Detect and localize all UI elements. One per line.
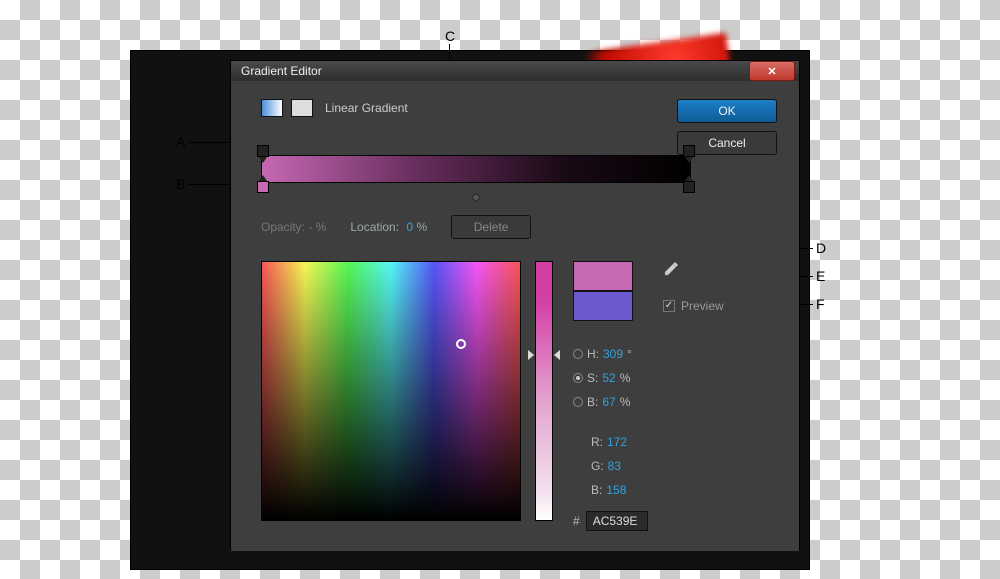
radio-h[interactable] — [573, 349, 583, 359]
gradient-type-label: Linear Gradient — [325, 101, 408, 115]
annotation-E: E — [816, 268, 825, 284]
opacity-value: - % — [308, 220, 326, 234]
titlebar: Gradient Editor ✕ — [231, 61, 799, 81]
s-value[interactable]: 52 — [602, 371, 615, 385]
color-stop-right[interactable] — [683, 181, 695, 193]
gradient-ramp[interactable] — [261, 145, 691, 193]
opacity-stop-right[interactable] — [683, 145, 695, 157]
preview-checkbox[interactable]: ✓ — [663, 300, 675, 312]
annotation-F: F — [816, 296, 825, 312]
b-value[interactable]: 67 — [602, 395, 615, 409]
eyedropper-icon[interactable] — [663, 261, 679, 277]
color-cursor[interactable] — [456, 339, 466, 349]
ok-button[interactable]: OK — [677, 99, 777, 123]
gradient-type-swatch-1[interactable] — [261, 99, 283, 117]
delete-button[interactable]: Delete — [451, 215, 531, 239]
annotation-D: D — [816, 240, 826, 256]
color-stop-left[interactable] — [257, 181, 269, 193]
hex-prefix: # — [573, 514, 580, 528]
annotation-B: B — [176, 176, 185, 192]
g-value[interactable]: 83 — [608, 459, 621, 473]
hue-cursor-right[interactable] — [554, 350, 560, 360]
hue-cursor-left[interactable] — [528, 350, 534, 360]
annotation-A: A — [176, 134, 185, 150]
old-color-swatch — [573, 291, 633, 321]
color-field[interactable] — [261, 261, 521, 521]
bval-value[interactable]: 158 — [606, 483, 626, 497]
radio-s[interactable] — [573, 373, 583, 383]
location-label: Location: — [350, 220, 399, 234]
location-value[interactable]: 0 — [406, 220, 413, 234]
midpoint-handle[interactable] — [471, 193, 481, 203]
h-value[interactable]: 309 — [603, 347, 623, 361]
annotation-C: C — [445, 28, 455, 44]
gradient-editor-dialog: Gradient Editor ✕ Linear Gradient OK Can… — [230, 60, 800, 550]
new-color-swatch — [573, 261, 633, 291]
dialog-title: Gradient Editor — [241, 64, 322, 78]
hex-input[interactable]: AC539E — [586, 511, 648, 531]
gradient-bar[interactable] — [261, 155, 691, 183]
preview-label: Preview — [681, 299, 724, 313]
gradient-type-swatch-2[interactable] — [291, 99, 313, 117]
close-button[interactable]: ✕ — [749, 61, 795, 81]
hue-strip[interactable] — [535, 261, 553, 521]
opacity-stop-left[interactable] — [257, 145, 269, 157]
opacity-label: Opacity: — [261, 220, 305, 234]
radio-b[interactable] — [573, 397, 583, 407]
close-icon: ✕ — [767, 65, 776, 78]
r-value[interactable]: 172 — [607, 435, 627, 449]
